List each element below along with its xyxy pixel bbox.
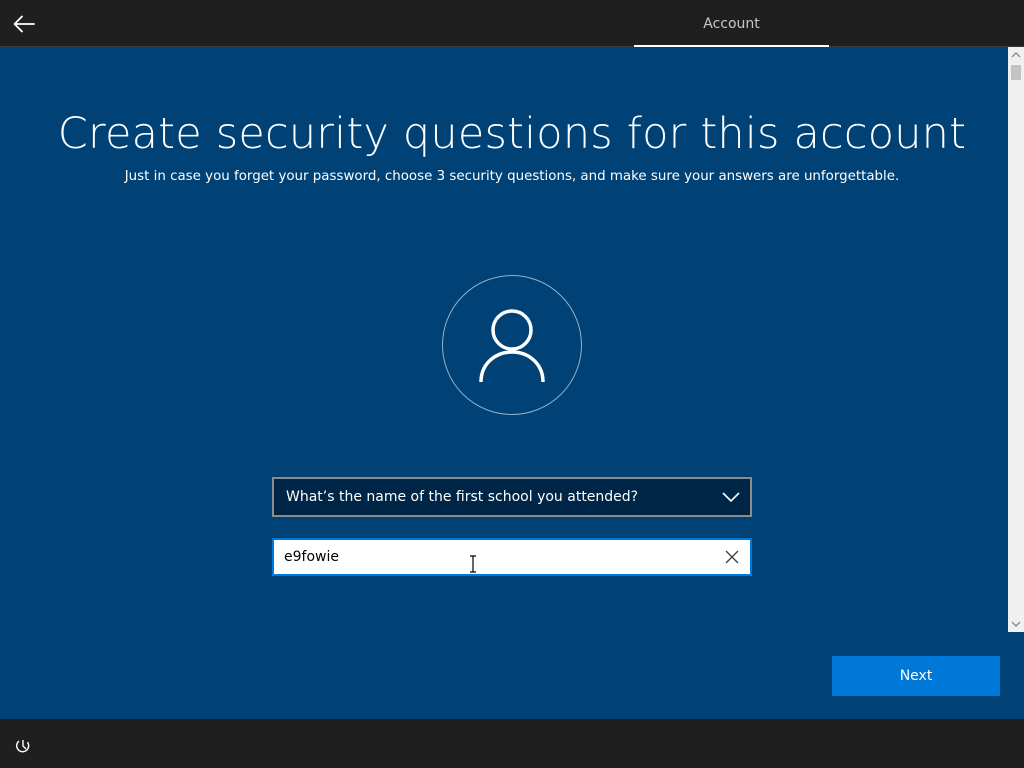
page-subtitle: Just in case you forget your password, c…: [124, 169, 900, 184]
ease-of-access-icon: [15, 740, 30, 753]
security-answer-field[interactable]: [272, 538, 752, 576]
user-icon: [479, 309, 545, 383]
scroll-up-button[interactable]: [1008, 47, 1024, 63]
vertical-scrollbar[interactable]: [1008, 47, 1024, 632]
scroll-down-button[interactable]: [1008, 616, 1024, 632]
page-title: Create security questions for this accou…: [57, 109, 967, 159]
close-icon: [725, 550, 739, 564]
chevron-down-small-icon: [1011, 621, 1021, 627]
chevron-up-icon: [1011, 52, 1021, 58]
security-question-selected: What’s the name of the first school you …: [286, 489, 639, 505]
next-button[interactable]: Next: [832, 656, 1000, 696]
ease-of-access-button[interactable]: [12, 735, 34, 757]
back-button[interactable]: [6, 6, 42, 42]
text-cursor-icon: [470, 555, 476, 573]
back-arrow-icon: [13, 15, 35, 33]
bottom-bar: [0, 719, 1024, 768]
scroll-thumb[interactable]: [1011, 65, 1021, 80]
security-answer-input[interactable]: [274, 540, 694, 574]
security-question-select[interactable]: What’s the name of the first school you …: [272, 477, 752, 517]
tab-account[interactable]: Account: [634, 0, 829, 47]
chevron-down-icon: [722, 492, 740, 503]
clear-button[interactable]: [722, 547, 742, 567]
top-bar: Account: [0, 0, 1024, 47]
avatar: [442, 275, 582, 415]
main-panel: Create security questions for this accou…: [0, 47, 1024, 719]
